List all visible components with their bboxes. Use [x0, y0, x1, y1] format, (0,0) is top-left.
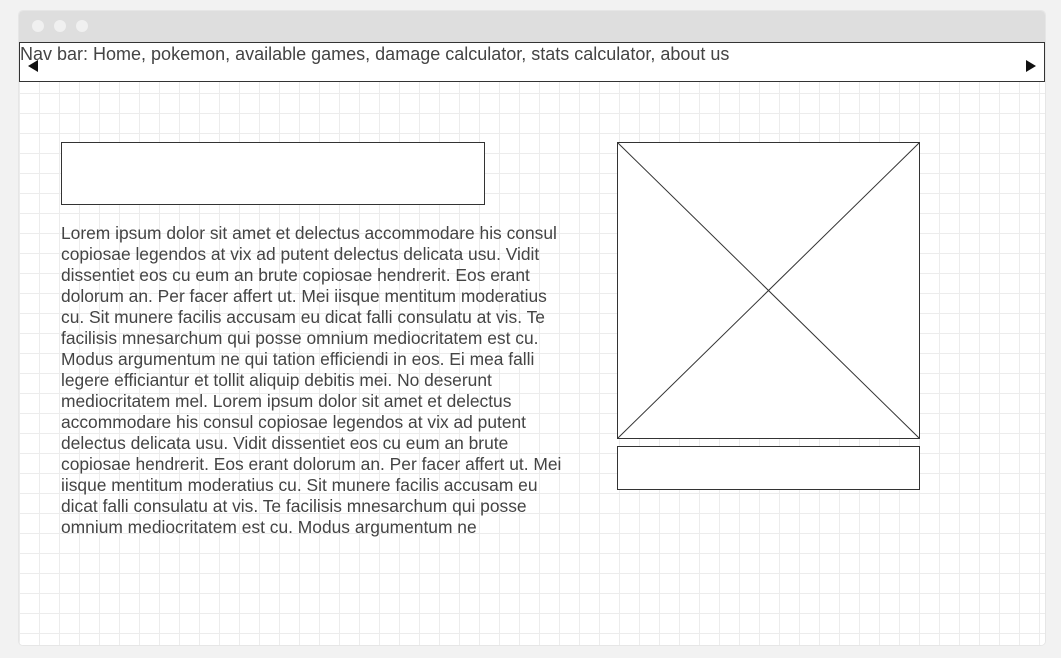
window-control-dot[interactable] [76, 20, 88, 32]
image-placeholder-icon [617, 142, 920, 439]
nav-bar-label: Nav bar: Home, pokemon, available games,… [20, 44, 730, 64]
triangle-left-icon[interactable] [28, 60, 38, 72]
window-control-dot[interactable] [32, 20, 44, 32]
body-paragraph: Lorem ipsum dolor sit amet et delectus a… [61, 223, 562, 537]
window-titlebar [19, 11, 1045, 42]
window-control-dot[interactable] [54, 20, 66, 32]
title-placeholder-box [61, 142, 485, 205]
browser-window: Nav bar: Home, pokemon, available games,… [19, 11, 1045, 645]
triangle-right-icon[interactable] [1026, 60, 1036, 72]
nav-bar[interactable]: Nav bar: Home, pokemon, available games,… [19, 42, 1045, 82]
image-caption-box [617, 446, 920, 490]
